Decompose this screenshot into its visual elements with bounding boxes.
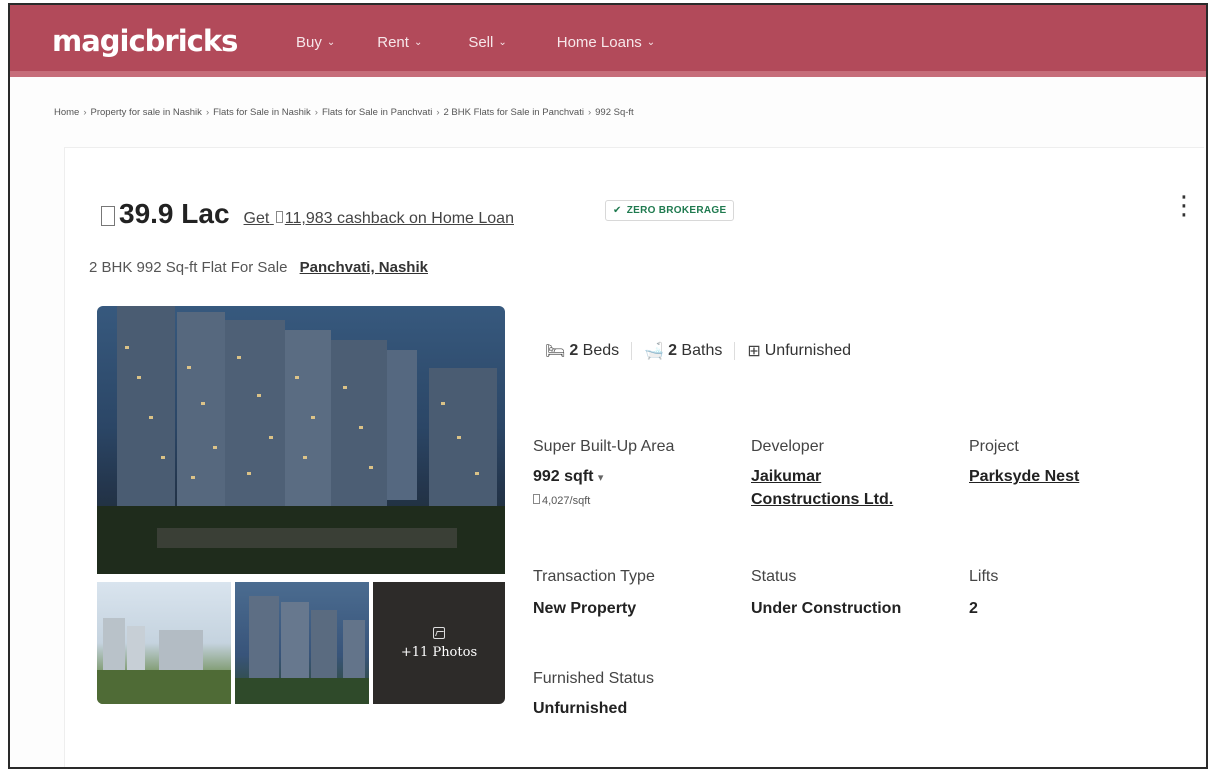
nav-rent[interactable]: Rent ⌄ — [377, 34, 422, 51]
nav-home-loans-label: Home Loans — [556, 34, 642, 51]
property-price: 39.9 Lac — [119, 198, 230, 229]
photo-thumbnail[interactable] — [235, 582, 369, 704]
check-icon: ✔ — [613, 205, 622, 216]
baths-label: Baths — [681, 342, 723, 359]
nav-rent-label: Rent — [377, 34, 409, 51]
image-icon — [433, 626, 445, 639]
status-value: Under Construction — [751, 600, 902, 617]
cashback-text: 11,983 cashback on Home Loan — [284, 210, 514, 227]
photo-thumbnail[interactable] — [97, 582, 231, 704]
breadcrumb-home[interactable]: Home — [54, 107, 79, 118]
thumbnail-illustration — [97, 618, 231, 704]
developer-line-2: Constructions Ltd. — [751, 491, 894, 508]
transaction-type-value: New Property — [533, 600, 637, 617]
more-options-icon[interactable]: ⋮ — [1171, 192, 1197, 218]
breadcrumb-current: 992 Sq-ft — [595, 107, 634, 118]
developer-line-1: Jaikumar — [751, 468, 822, 485]
developer-label: Developer — [751, 438, 824, 455]
chevron-down-icon: ⌄ — [646, 37, 656, 48]
transaction-type-label: Transaction Type — [533, 568, 655, 585]
zero-brokerage-badge: ✔ ZERO BROKERAGE — [605, 200, 735, 221]
price-row: 39.9 Lac Get 11,983 cashback on Home Loa… — [101, 198, 514, 230]
beds-label: Beds — [582, 342, 620, 359]
rupee-icon — [533, 494, 540, 504]
key-features-row: 🛏 2 Beds 🛁 2 Baths ⊞ Unfurnished — [545, 341, 851, 361]
breadcrumb-separator-icon: › — [83, 107, 87, 118]
beds-count: 2 — [569, 342, 579, 359]
cashback-link[interactable]: Get 11,983 cashback on Home Loan — [244, 210, 514, 228]
chevron-down-icon: ⌄ — [498, 37, 507, 48]
breadcrumb-separator-icon: › — [314, 107, 318, 118]
rupee-icon — [101, 206, 115, 226]
chevron-down-icon: ⌄ — [326, 37, 336, 48]
nav-buy[interactable]: Buy ⌄ — [296, 34, 335, 51]
main-nav: Buy ⌄ Rent ⌄ Sell ⌄ Home Loans ⌄ — [296, 34, 655, 51]
divider — [734, 342, 736, 360]
breadcrumb: Home › Property for sale in Nashik › Fla… — [54, 107, 634, 118]
breadcrumb-separator-icon: › — [205, 107, 210, 118]
location-link[interactable]: Panchvati, Nashik — [300, 259, 428, 276]
bath-icon: 🛁 — [644, 343, 665, 360]
chevron-down-icon: ⌄ — [413, 37, 423, 48]
area-label: Super Built-Up Area — [533, 438, 675, 455]
nav-home-loans[interactable]: Home Loans ⌄ — [557, 34, 655, 51]
status-label: Status — [751, 568, 797, 585]
project-link[interactable]: Parksyde Nest — [969, 465, 1079, 488]
more-photos-label: +11 Photos — [400, 644, 478, 660]
breadcrumb-separator-icon: › — [436, 107, 440, 118]
browser-frame: magicbricks Buy ⌄ Rent ⌄ Sell ⌄ Home Loa… — [8, 3, 1208, 769]
breadcrumb-flats-nashik[interactable]: Flats for Sale in Nashik — [213, 107, 311, 118]
area-value-text: 992 sqft — [533, 468, 594, 485]
breadcrumb-property-nashik[interactable]: Property for sale in Nashik — [91, 107, 202, 118]
rupee-icon — [275, 211, 283, 223]
property-card: 39.9 Lac Get 11,983 cashback on Home Loa… — [64, 147, 1204, 767]
developer-link[interactable]: Jaikumar Constructions Ltd. — [751, 465, 893, 511]
price-per-sqft-text: 4,027/sqft — [542, 495, 591, 507]
breadcrumb-separator-icon: › — [587, 107, 592, 118]
chevron-down-icon: ▾ — [597, 472, 604, 484]
thumbnail-illustration — [235, 596, 369, 704]
project-label: Project — [969, 438, 1019, 455]
breadcrumb-flats-panchvati[interactable]: Flats for Sale in Panchvati — [322, 107, 432, 118]
building-photo-illustration — [97, 306, 505, 574]
area-value[interactable]: 992 sqft ▾ — [533, 468, 603, 486]
site-logo[interactable]: magicbricks — [52, 24, 238, 58]
lifts-value: 2 — [969, 600, 978, 617]
more-photos-tile[interactable]: +11 Photos — [373, 582, 505, 704]
badge-label: ZERO BROKERAGE — [626, 205, 727, 216]
nav-sell[interactable]: Sell ⌄ — [468, 34, 506, 51]
breadcrumb-2bhk-panchvati[interactable]: 2 BHK Flats for Sale in Panchvati — [444, 107, 584, 118]
baths-count: 2 — [668, 342, 677, 359]
furnishing-label: Unfurnished — [764, 342, 852, 359]
listing-title: 2 BHK 992 Sq-ft Flat For Sale Panchvati,… — [89, 259, 428, 276]
cashback-prefix: Get — [243, 210, 270, 227]
price-per-sqft: 4,027/sqft — [533, 494, 590, 507]
lifts-label: Lifts — [969, 568, 999, 585]
site-header: magicbricks Buy ⌄ Rent ⌄ Sell ⌄ Home Loa… — [10, 5, 1206, 77]
furnished-status-value: Unfurnished — [533, 700, 628, 717]
furnished-status-label: Furnished Status — [533, 670, 654, 687]
furnishing-icon: ⊞ — [747, 343, 761, 360]
listing-title-text: 2 BHK 992 Sq-ft Flat For Sale — [89, 259, 288, 276]
nav-sell-label: Sell — [468, 34, 494, 51]
nav-buy-label: Buy — [296, 34, 322, 51]
main-photo[interactable] — [97, 306, 505, 574]
divider — [631, 342, 633, 360]
bed-icon: 🛏 — [545, 343, 566, 360]
